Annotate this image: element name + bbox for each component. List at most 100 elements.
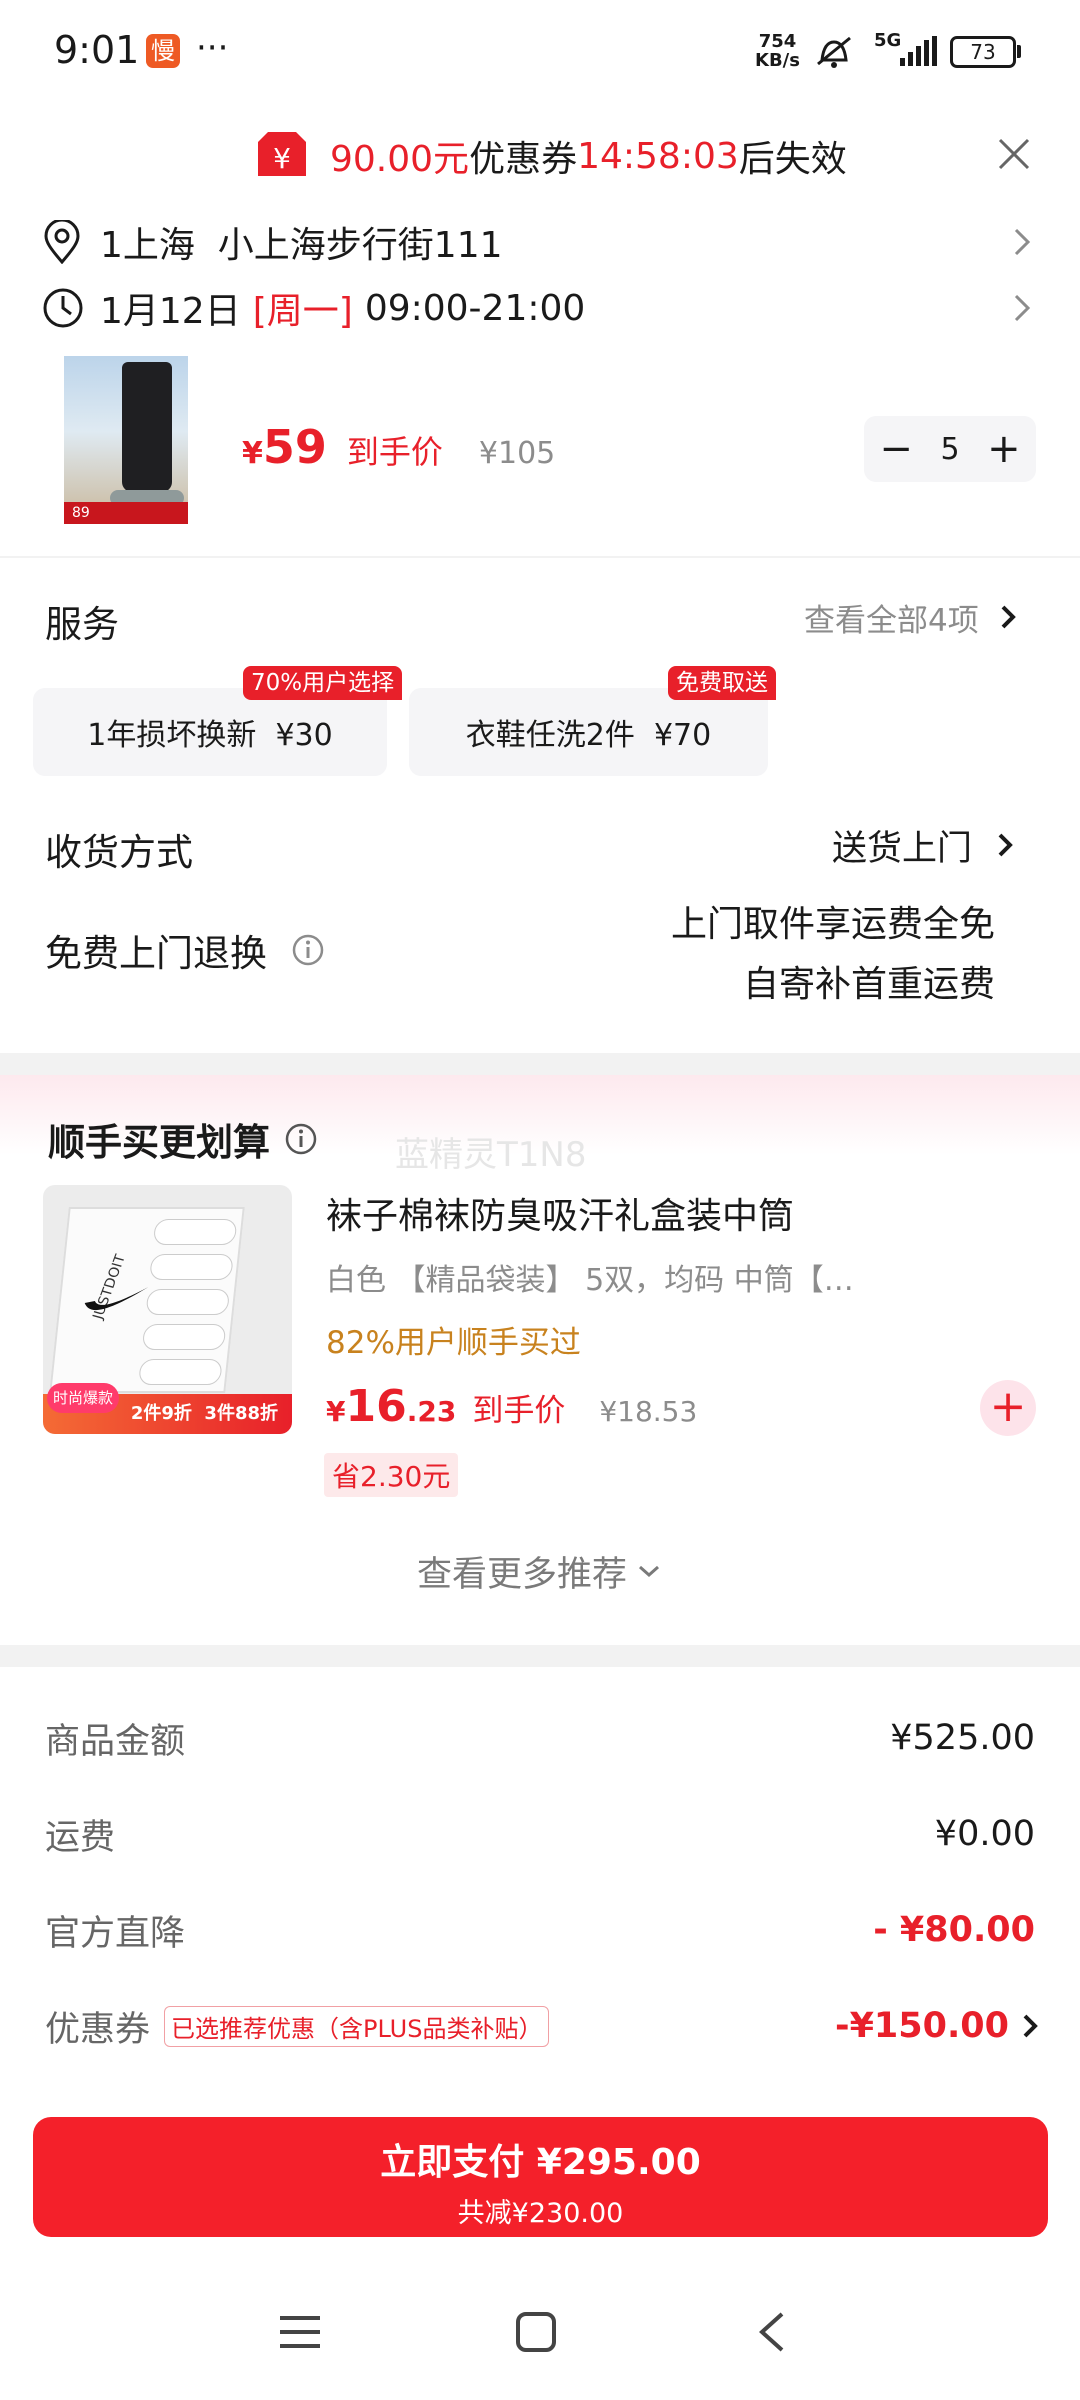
summary-label: 商品金额 (45, 1721, 186, 1762)
section-divider (0, 1053, 1080, 1075)
mute-icon (812, 34, 856, 70)
app-badge: 慢 (146, 34, 180, 68)
free-return-label: 免费上门退换 (45, 932, 267, 975)
add-recommend-button[interactable]: + (980, 1380, 1036, 1436)
product-price: 59 (262, 420, 327, 474)
info-icon[interactable] (291, 933, 325, 967)
recommend-item-price-group: ¥ 16 .23 到手价 ¥18.53 (326, 1381, 697, 1437)
product-price-group: ¥ 59 到手价 ¥105 (242, 420, 555, 480)
status-time: 9:01 (54, 28, 140, 72)
services-view-all[interactable]: 查看全部4项 (804, 594, 1029, 640)
recommend-item-social: 82%用户顺手买过 (326, 1325, 581, 1361)
swoosh-icon (79, 1279, 153, 1319)
summary-row-goods: 商品金额 ¥525.00 (45, 1708, 1035, 1768)
recommend-item-price: 16 (345, 1381, 407, 1432)
coupon-expire: 后失效 (738, 139, 847, 180)
price-currency: ¥ (242, 436, 263, 471)
recommend-title: 顺手买更划算 (48, 1121, 270, 1164)
address-row[interactable]: 1上海 小上海步行街111 (42, 212, 1042, 272)
recommend-title-group: 顺手买更划算 (48, 1109, 318, 1169)
battery-tip (1017, 45, 1021, 58)
coupon-amount: 90.00元 (330, 139, 470, 180)
summary-value: - ¥80.00 (873, 1910, 1035, 1950)
coupon-countdown: 14:58:03 (577, 135, 739, 177)
recommend-item-price-decimal: .23 (406, 1395, 457, 1428)
recommend-item-thumbnail[interactable]: JUSTDOIT 2件9折 3件88折 时尚爆款 (43, 1185, 292, 1434)
thumb-price-tag: 89 (64, 502, 188, 524)
recommend-item-save-badge: 省2.30元 (324, 1453, 459, 1497)
recommend-item-spec: 白色 【精品袋装】 5双，均码 中筒【… (326, 1263, 854, 1298)
delivery-time-row[interactable]: 1月12日 [周一] 09:00-21:00 (42, 278, 1042, 338)
price-currency: ¥ (326, 1395, 346, 1428)
network-speed: 754 KB/s (755, 31, 800, 71)
service-option-laundry[interactable]: 衣鞋任洗2件 ¥70 (409, 688, 768, 776)
chevron-right-icon (986, 825, 1026, 865)
services-title: 服务 (45, 603, 119, 646)
summary-row-shipping: 运费 ¥0.00 (45, 1804, 1035, 1864)
chevron-right-icon (989, 597, 1029, 637)
summary-value: ¥0.00 (934, 1814, 1035, 1854)
pay-button-label: 立即支付 ¥295.00 (380, 2142, 701, 2183)
delivery-method-selector[interactable]: 送货上门 (832, 822, 1026, 869)
recommend-item-name[interactable]: 袜子棉袜防臭吸汗礼盒装中筒 (326, 1187, 794, 1239)
summary-value: ¥525.00 (890, 1718, 1035, 1758)
summary-label: 运费 (45, 1817, 116, 1858)
service-option-tag: 免费取送 (668, 666, 776, 700)
signal-icon (898, 36, 938, 68)
chevron-down-icon (635, 1557, 663, 1585)
quantity-stepper: − 5 + (864, 416, 1036, 482)
product-original-price: ¥105 (478, 436, 556, 471)
delivery-hours: 09:00-21:00 (364, 287, 586, 329)
coupon-selected-tag: 已选推荐优惠（含PLUS品类补贴） (164, 2005, 550, 2047)
sock-box: JUSTDOIT (49, 1207, 245, 1393)
summary-label: 官方直降 (45, 1913, 186, 1954)
battery-icon: 73 (950, 36, 1016, 68)
recommend-item-original-price: ¥18.53 (599, 1395, 698, 1428)
section-divider (0, 1645, 1080, 1667)
recommend-item-price-label: 到手价 (472, 1393, 566, 1429)
coupon-label: 优惠券 (469, 139, 578, 180)
status-dots: ··· (196, 28, 229, 68)
product-thumbnail[interactable]: 89 (64, 356, 188, 524)
service-option-damage[interactable]: 1年损坏换新 ¥30 (33, 688, 387, 776)
address-text: 1上海 小上海步行街111 (100, 225, 503, 266)
product-price-label: 到手价 (346, 433, 443, 471)
minus-button[interactable]: − (876, 426, 916, 472)
summary-label: 优惠券 (45, 2009, 151, 2050)
recommend-watermark: 蓝精灵T1N8 (395, 1135, 587, 1175)
back-icon[interactable] (752, 2310, 792, 2354)
summary-row-coupon[interactable]: 优惠券 已选推荐优惠（含PLUS品类补贴） -¥150.00 (45, 1996, 1045, 2056)
thumb-hot-badge: 时尚爆款 (47, 1383, 119, 1413)
recommend-section: 蓝精灵T1N8 顺手买更划算 JUSTDOIT 2件9折 3件88折 时尚爆款 (0, 1075, 1080, 1645)
delivery-method-label: 收货方式 (45, 831, 193, 874)
pants-image (122, 362, 172, 492)
chevron-right-icon (1002, 288, 1042, 328)
pay-button[interactable]: 立即支付 ¥295.00 共减¥230.00 (33, 2117, 1048, 2237)
menu-icon[interactable] (278, 2312, 322, 2352)
clock-icon (42, 287, 86, 329)
socks-row (138, 1219, 238, 1385)
delivery-date: 1月12日 (100, 291, 241, 332)
quantity-value[interactable]: 5 (940, 432, 959, 467)
location-pin-icon (42, 220, 86, 264)
pay-button-sub: 共减¥230.00 (457, 2198, 624, 2229)
summary-value: -¥150.00 (835, 2006, 1009, 2046)
summary-row-discount: 官方直降 - ¥80.00 (45, 1900, 1035, 1960)
free-return-detail: 上门取件享运费全免 自寄补首重运费 (670, 904, 995, 1005)
service-option-tag: 70%用户选择 (243, 666, 403, 700)
svg-text:¥: ¥ (273, 142, 291, 175)
status-bar: 9:01 慢 ··· 754 KB/s 5G 73 (0, 0, 1080, 100)
home-icon[interactable] (514, 2310, 558, 2354)
view-more-recommend[interactable]: 查看更多推荐 (0, 1543, 1080, 1599)
divider (0, 556, 1080, 558)
chevron-right-icon (1015, 2006, 1045, 2046)
coupon-text: 90.00元 优惠券 14:58:03 后失效 (330, 130, 847, 182)
coupon-icon: ¥ (254, 130, 310, 180)
coupon-banner: ¥ 90.00元 优惠券 14:58:03 后失效 (0, 120, 1080, 192)
plus-button[interactable]: + (984, 426, 1024, 472)
info-icon[interactable] (284, 1122, 318, 1156)
delivery-weekday: [周一] (252, 291, 353, 332)
system-nav-bar (0, 2290, 1080, 2400)
close-icon[interactable] (996, 136, 1032, 172)
free-return-label-group: 免费上门退换 (45, 925, 325, 975)
